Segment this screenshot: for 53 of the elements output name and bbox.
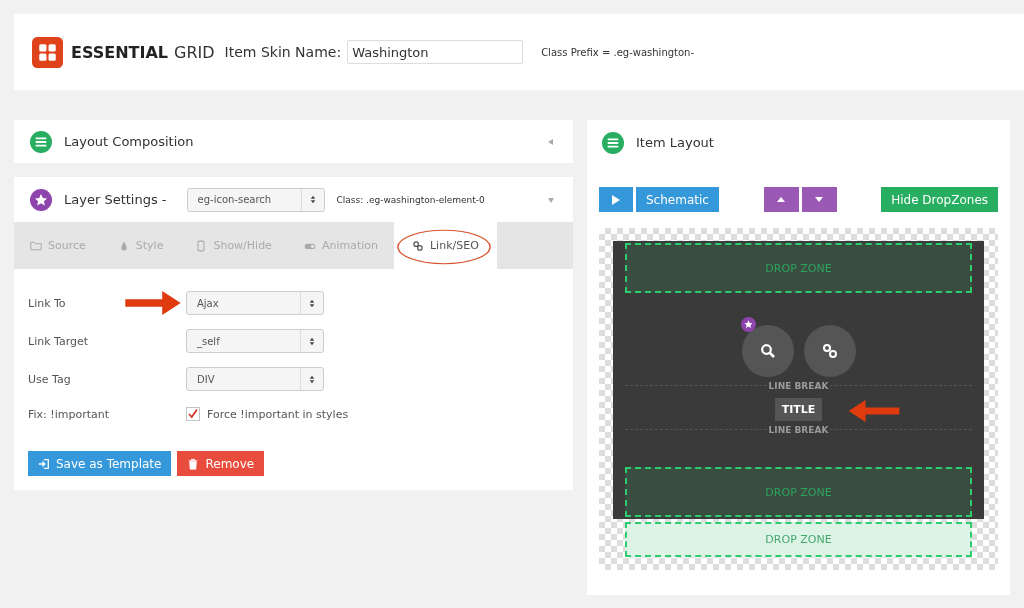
field-label: Link To <box>28 296 67 310</box>
sort-icon <box>309 195 316 204</box>
link-icon <box>821 343 838 359</box>
logo-text: ESSENTIAL <box>71 42 169 62</box>
tab[interactable]: Show/Hide <box>179 222 288 269</box>
drop-zone[interactable]: DROP ZONE <box>625 467 972 517</box>
logo-icon <box>32 36 63 68</box>
folder-icon <box>30 239 42 252</box>
drop-zone[interactable]: DROP ZONE <box>625 243 972 293</box>
sign-in-icon <box>38 457 50 470</box>
tab[interactable]: Animation <box>287 222 394 269</box>
caret-up-icon <box>777 197 786 202</box>
class-text: Class: .eg-washington-element-0 <box>336 194 485 205</box>
play-button[interactable] <box>599 187 633 212</box>
skin-name-field[interactable]: Washington <box>347 40 524 64</box>
link-icon <box>412 239 424 252</box>
tab[interactable]: Source <box>14 222 102 269</box>
element-select[interactable]: eg-icon-search <box>186 187 325 212</box>
move-down-button[interactable] <box>801 187 837 212</box>
class-prefix-text: Class Prefix = .eg-washington- <box>541 46 695 58</box>
title-layer[interactable]: TITLE <box>774 398 823 421</box>
field-label: Link Target <box>28 334 90 348</box>
save-template-button[interactable]: Save as Template <box>28 451 172 476</box>
search-layer[interactable] <box>741 325 794 377</box>
select-field[interactable]: Ajax <box>186 291 324 315</box>
field-label: Use Tag <box>28 372 72 386</box>
schematic-button[interactable]: Schematic <box>636 187 719 212</box>
checkbox-label: Force !important in styles <box>207 407 349 421</box>
phone-icon <box>195 239 208 252</box>
panel-title: Layer Settings - <box>64 192 167 207</box>
caret-down-icon <box>815 197 824 202</box>
move-up-button[interactable] <box>763 187 799 212</box>
sort-icon <box>309 374 315 384</box>
sort-icon <box>309 336 315 346</box>
select-field[interactable]: DIV <box>186 367 324 391</box>
skin-name-label: Item Skin Name: <box>224 44 342 60</box>
play-icon <box>611 193 621 206</box>
checkbox[interactable] <box>186 407 200 421</box>
remove-button[interactable]: Remove <box>177 451 265 476</box>
hide-dropzones-button[interactable]: Hide DropZones <box>881 187 998 212</box>
select-field[interactable]: _self <box>186 329 324 353</box>
search-icon <box>759 343 776 359</box>
tab[interactable]: Style <box>101 222 180 269</box>
logo-text: GRID <box>174 42 215 62</box>
menu-icon <box>30 130 52 153</box>
menu-icon <box>602 131 624 154</box>
trash-icon <box>187 457 200 470</box>
panel-title: Item Layout <box>636 135 714 150</box>
drop-zone[interactable]: DROP ZONE <box>625 522 972 557</box>
sort-icon <box>309 298 315 308</box>
panel-title: Layout Composition <box>64 134 194 149</box>
tab[interactable]: Link/SEO <box>394 222 497 269</box>
field-label: Fix: !important <box>28 407 111 421</box>
